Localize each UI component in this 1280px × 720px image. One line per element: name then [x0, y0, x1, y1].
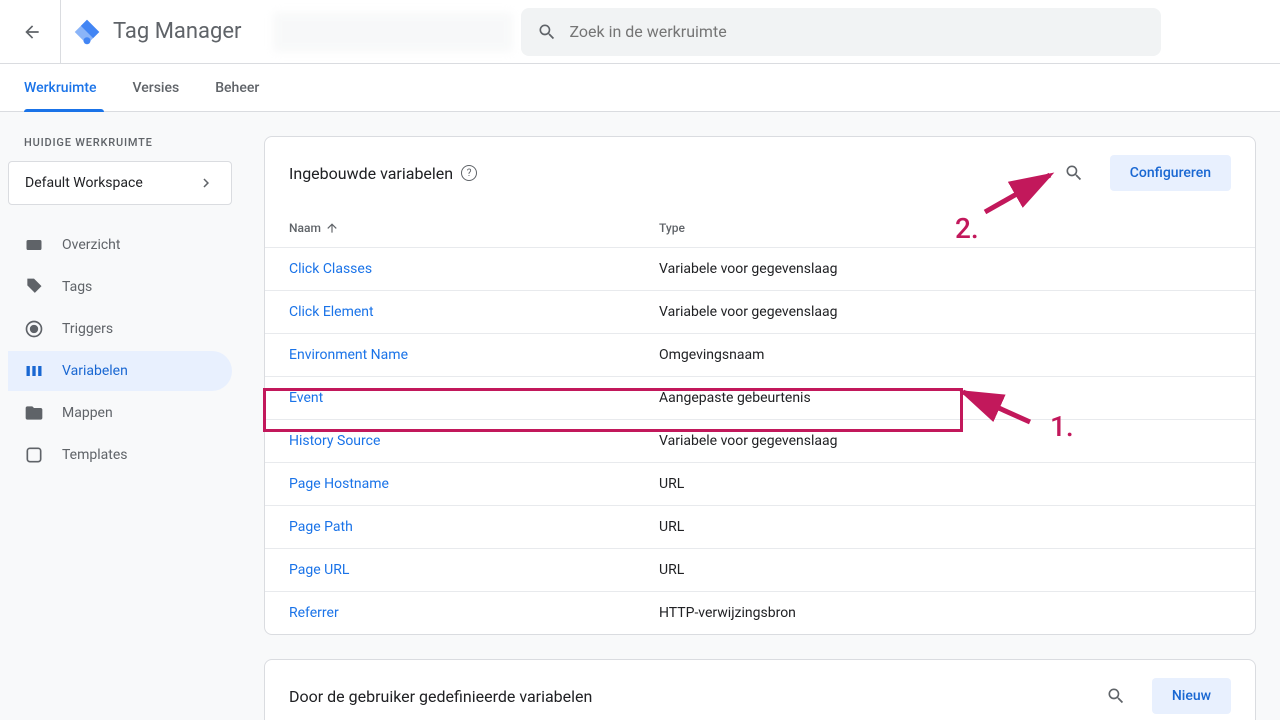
variable-link[interactable]: Environment Name — [289, 347, 408, 363]
nav-triggers[interactable]: Triggers — [8, 309, 232, 349]
sidebar-item-label: Templates — [62, 447, 128, 463]
variable-type: Variabele voor gegevenslaag — [659, 433, 837, 449]
nav-tags[interactable]: Tags — [8, 267, 232, 307]
variable-type: Omgevingsnaam — [659, 347, 764, 363]
search-variables-button[interactable] — [1054, 153, 1094, 193]
back-button[interactable] — [8, 8, 56, 56]
sidebar-item-label: Overzicht — [62, 237, 120, 253]
tag-manager-logo-icon — [73, 18, 101, 46]
variable-type: URL — [659, 519, 684, 535]
sidebar-item-label: Triggers — [62, 321, 113, 337]
divider — [60, 0, 61, 64]
col-name-header[interactable]: Naam — [289, 221, 659, 235]
search-icon — [1064, 163, 1084, 183]
folders-icon — [24, 403, 44, 423]
variable-link[interactable]: Page URL — [289, 562, 349, 578]
card-title: Ingebouwde variabelen ? — [289, 164, 477, 183]
col-type-header[interactable]: Type — [659, 221, 1231, 235]
user-variables-card: Door de gebruiker gedefinieerde variabel… — [264, 659, 1256, 720]
tab-beheer[interactable]: Beheer — [215, 64, 259, 112]
variable-type: URL — [659, 476, 684, 492]
triggers-icon — [24, 319, 44, 339]
card-title: Door de gebruiker gedefinieerde variabel… — [289, 687, 592, 706]
builtin-variables-card: Ingebouwde variabelen ? Configureren Naa… — [264, 136, 1256, 635]
table-row[interactable]: Event Aangepaste gebeurtenis — [265, 377, 1255, 420]
variable-type: HTTP-verwijzingsbron — [659, 605, 796, 621]
search-user-variables-button[interactable] — [1096, 676, 1136, 716]
workspace-selector[interactable]: Default Workspace — [8, 161, 232, 205]
nav-templates[interactable]: Templates — [8, 435, 232, 475]
table-header: Naam Type — [265, 209, 1255, 248]
table-row[interactable]: Environment Name Omgevingsnaam — [265, 334, 1255, 377]
new-variable-button[interactable]: Nieuw — [1152, 678, 1231, 714]
tab-werkruimte[interactable]: Werkruimte — [24, 64, 97, 112]
table-row[interactable]: Page Path URL — [265, 506, 1255, 549]
help-icon[interactable]: ? — [461, 165, 477, 181]
nav-overzicht[interactable]: Overzicht — [8, 225, 232, 265]
sidebar-item-label: Tags — [62, 279, 92, 295]
main-tabs: Werkruimte Versies Beheer — [0, 64, 1280, 112]
variable-link[interactable]: Page Hostname — [289, 476, 389, 492]
variable-link[interactable]: Referrer — [289, 605, 339, 621]
sidebar: HUIDIGE WERKRUIMTE Default Workspace Ove… — [0, 112, 240, 720]
sidebar-item-label: Mappen — [62, 405, 113, 421]
variable-type: Variabele voor gegevenslaag — [659, 261, 837, 277]
nav-mappen[interactable]: Mappen — [8, 393, 232, 433]
templates-icon — [24, 445, 44, 465]
overview-icon — [24, 235, 44, 255]
table-row[interactable]: History Source Variabele voor gegevenslaa… — [265, 420, 1255, 463]
nav-variabelen[interactable]: Variabelen — [8, 351, 232, 391]
sidebar-item-label: Variabelen — [62, 363, 128, 379]
variable-type: Aangepaste gebeurtenis — [659, 390, 811, 406]
variables-icon — [24, 361, 44, 381]
app-title: Tag Manager — [113, 19, 241, 44]
variable-type: URL — [659, 562, 684, 578]
variable-link[interactable]: Click Element — [289, 304, 374, 320]
main-content: Ingebouwde variabelen ? Configureren Naa… — [240, 112, 1280, 720]
variable-link[interactable]: Event — [289, 390, 323, 406]
configure-button[interactable]: Configureren — [1110, 155, 1231, 191]
tab-versies[interactable]: Versies — [133, 64, 180, 112]
sort-asc-icon — [325, 221, 339, 235]
workspace-name: Default Workspace — [25, 175, 143, 191]
variable-link[interactable]: Click Classes — [289, 261, 372, 277]
variable-link[interactable]: Page Path — [289, 519, 353, 535]
chevron-right-icon — [197, 174, 215, 192]
table-row[interactable]: Page Hostname URL — [265, 463, 1255, 506]
search-icon — [537, 22, 557, 42]
sidebar-section-label: HUIDIGE WERKRUIMTE — [8, 128, 232, 157]
search-icon — [1106, 686, 1126, 706]
tags-icon — [24, 277, 44, 297]
table-row[interactable]: Click Classes Variabele voor gegevenslaag — [265, 248, 1255, 291]
table-row[interactable]: Click Element Variabele voor gegevenslaag — [265, 291, 1255, 334]
search-input[interactable] — [569, 22, 1145, 41]
table-row[interactable]: Page URL URL — [265, 549, 1255, 592]
variable-link[interactable]: History Source — [289, 433, 380, 449]
logo-area[interactable]: Tag Manager — [65, 18, 249, 46]
account-info[interactable] — [273, 12, 513, 52]
table-row[interactable]: Referrer HTTP-verwijzingsbron — [265, 592, 1255, 634]
variable-type: Variabele voor gegevenslaag — [659, 304, 837, 320]
search-box[interactable] — [521, 8, 1161, 56]
